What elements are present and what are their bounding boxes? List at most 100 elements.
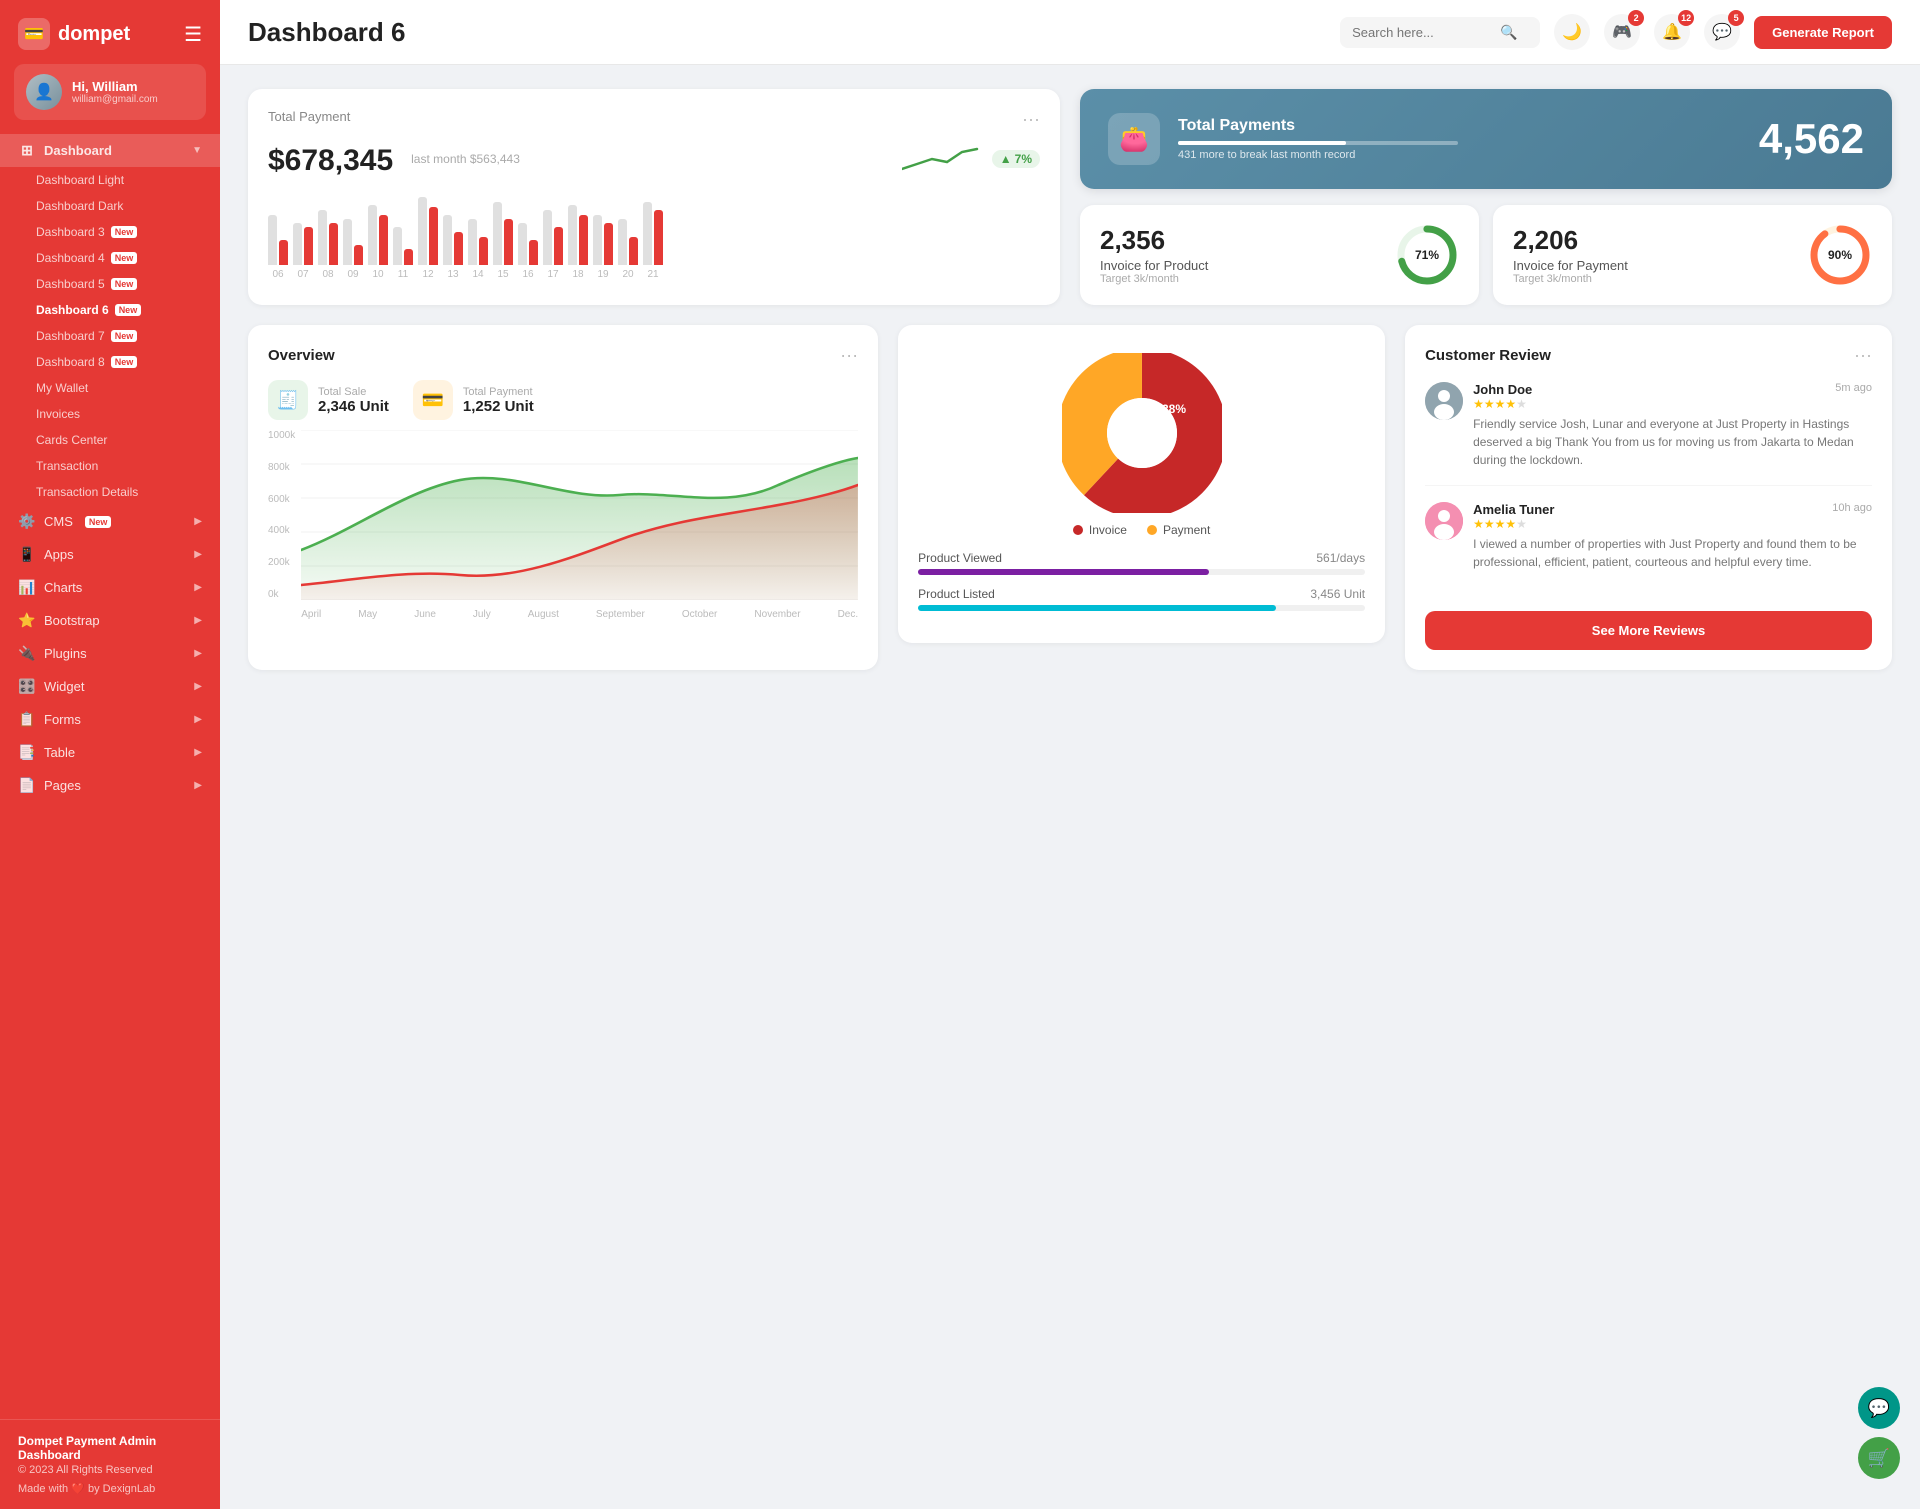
header-right: 🔍 🌙 🎮 2 🔔 12 💬 5 Generate Report	[1340, 14, 1892, 50]
sub-label: Cards Center	[36, 433, 107, 447]
sub-label: Invoices	[36, 407, 80, 421]
chat-fab-button[interactable]: 💬	[1858, 1387, 1900, 1429]
chevron-right-icon: ▶	[194, 516, 202, 527]
nav-label: Forms	[44, 712, 81, 727]
blue-total-payments-card: 👛 Total Payments 431 more to break last …	[1080, 89, 1892, 189]
sidebar-item-transaction-details[interactable]: Transaction Details	[0, 479, 220, 505]
review-item-2: Amelia Tuner ★★★★★ 10h ago I viewed a nu…	[1425, 502, 1872, 587]
cart-fab-icon: 🛒	[1868, 1448, 1890, 1469]
theme-toggle-button[interactable]: 🌙	[1554, 14, 1590, 50]
overview-menu-icon[interactable]: ···	[840, 345, 858, 366]
sidebar-item-dashboard-3[interactable]: Dashboard 3 New	[0, 219, 220, 245]
review-menu-icon[interactable]: ···	[1854, 345, 1872, 366]
sidebar-item-transaction[interactable]: Transaction	[0, 453, 220, 479]
sale-value: 2,346 Unit	[318, 398, 389, 415]
nav-item-dashboard[interactable]: ⊞ Dashboard ▼	[0, 134, 220, 167]
nav-item-cms[interactable]: ⚙️ CMS New ▶	[0, 505, 220, 538]
card-menu-icon[interactable]: ···	[1022, 109, 1040, 130]
sidebar-footer: Dompet Payment Admin Dashboard © 2023 Al…	[0, 1419, 220, 1509]
review-title: Customer Review	[1425, 347, 1551, 364]
nav-label-dashboard: Dashboard	[44, 143, 112, 158]
search-input[interactable]	[1352, 25, 1492, 40]
sidebar-item-dashboard-8[interactable]: Dashboard 8 New	[0, 349, 220, 375]
sub-label: Dashboard Light	[36, 173, 124, 187]
invoice-product-target: Target 3k/month	[1100, 273, 1208, 285]
nav-item-plugins[interactable]: 🔌 Plugins ▶	[0, 637, 220, 670]
sidebar-item-my-wallet[interactable]: My Wallet	[0, 375, 220, 401]
chevron-right-icon: ▶	[194, 681, 202, 692]
message-icon: 💬	[1712, 22, 1732, 42]
nav-item-widget[interactable]: 🎛️ Widget ▶	[0, 670, 220, 703]
sidebar-item-dashboard-5[interactable]: Dashboard 5 New	[0, 271, 220, 297]
main-area: Dashboard 6 🔍 🌙 🎮 2 🔔 12 💬 5 Generate Re…	[220, 0, 1920, 1509]
invoice-product-card: 2,356 Invoice for Product Target 3k/mont…	[1080, 205, 1479, 305]
svg-text:38%: 38%	[1162, 402, 1186, 416]
see-more-reviews-button[interactable]: See More Reviews	[1425, 611, 1872, 650]
blue-card-number: 4,562	[1759, 115, 1864, 163]
svg-text:62%: 62%	[1117, 431, 1143, 446]
reviewer-avatar-2	[1425, 502, 1463, 540]
chevron-right-icon: ▶	[194, 582, 202, 593]
cms-icon: ⚙️	[18, 513, 36, 530]
nav-item-pages[interactable]: 📄 Pages ▶	[0, 769, 220, 802]
bell-icon: 🔔	[1662, 22, 1682, 42]
nav-label: Widget	[44, 679, 84, 694]
generate-report-button[interactable]: Generate Report	[1754, 16, 1892, 49]
payment-stat-value: 1,252 Unit	[463, 398, 534, 415]
sidebar-item-dashboard-7[interactable]: Dashboard 7 New	[0, 323, 220, 349]
sidebar-item-dashboard-6[interactable]: Dashboard 6 New	[0, 297, 220, 323]
bootstrap-icon: ⭐	[18, 612, 36, 629]
sidebar-nav: ⊞ Dashboard ▼ Dashboard Light Dashboard …	[0, 134, 220, 1419]
notifications-button[interactable]: 🔔 12	[1654, 14, 1690, 50]
nav-label: Bootstrap	[44, 613, 100, 628]
sidebar-item-dashboard-4[interactable]: Dashboard 4 New	[0, 245, 220, 271]
donut-pct: 71%	[1415, 248, 1439, 262]
games-badge: 2	[1628, 10, 1644, 26]
payment-stat-label: Total Payment	[463, 386, 534, 398]
forms-icon: 📋	[18, 711, 36, 728]
avatar: 👤	[26, 74, 62, 110]
nav-label: CMS	[44, 514, 73, 529]
stars-2: ★★★★★	[1473, 517, 1554, 531]
new-badge: New	[111, 252, 138, 264]
sub-label: Dashboard 8	[36, 355, 105, 369]
search-icon: 🔍	[1500, 24, 1517, 41]
cart-fab-button[interactable]: 🛒	[1858, 1437, 1900, 1479]
nav-label: Plugins	[44, 646, 87, 661]
new-badge: New	[111, 356, 138, 368]
payment-dot	[1147, 525, 1157, 535]
content-area: Total Payment ··· $678,345 last month $5…	[220, 65, 1920, 1509]
overview-card: Overview ··· 🧾 Total Sale 2,346 Unit 💳	[248, 325, 878, 670]
invoice-legend: Invoice	[1073, 523, 1127, 537]
chevron-down-icon: ▼	[192, 145, 202, 156]
total-payment-card: Total Payment ··· $678,345 last month $5…	[248, 89, 1060, 305]
total-sale-stat: 🧾 Total Sale 2,346 Unit	[268, 380, 389, 420]
nav-item-apps[interactable]: 📱 Apps ▶	[0, 538, 220, 571]
user-section: 👤 Hi, William william@gmail.com	[14, 64, 206, 120]
nav-item-charts[interactable]: 📊 Charts ▶	[0, 571, 220, 604]
sidebar-item-invoices[interactable]: Invoices	[0, 401, 220, 427]
plugins-icon: 🔌	[18, 645, 36, 662]
reviewer-name-2: Amelia Tuner	[1473, 502, 1554, 517]
sub-label: Dashboard Dark	[36, 199, 123, 213]
search-bar[interactable]: 🔍	[1340, 17, 1540, 48]
nav-item-table[interactable]: 📑 Table ▶	[0, 736, 220, 769]
hamburger-icon[interactable]: ☰	[184, 22, 202, 47]
product-listed-bar	[918, 605, 1276, 611]
sub-label: My Wallet	[36, 381, 88, 395]
sidebar-item-dashboard-dark[interactable]: Dashboard Dark	[0, 193, 220, 219]
review-time-2: 10h ago	[1832, 502, 1872, 514]
nav-item-forms[interactable]: 📋 Forms ▶	[0, 703, 220, 736]
games-button[interactable]: 🎮 2	[1604, 14, 1640, 50]
sidebar-item-cards-center[interactable]: Cards Center	[0, 427, 220, 453]
messages-button[interactable]: 💬 5	[1704, 14, 1740, 50]
sidebar-item-dashboard-light[interactable]: Dashboard Light	[0, 167, 220, 193]
nav-item-bootstrap[interactable]: ⭐ Bootstrap ▶	[0, 604, 220, 637]
nav-label: Apps	[44, 547, 74, 562]
chat-fab-icon: 💬	[1868, 1398, 1890, 1419]
area-chart-svg	[301, 430, 858, 600]
sub-label: Dashboard 4	[36, 251, 105, 265]
bar-chart	[268, 190, 1040, 265]
review-text-1: Friendly service Josh, Lunar and everyon…	[1473, 415, 1872, 469]
product-viewed-value: 561/days	[1316, 551, 1365, 565]
